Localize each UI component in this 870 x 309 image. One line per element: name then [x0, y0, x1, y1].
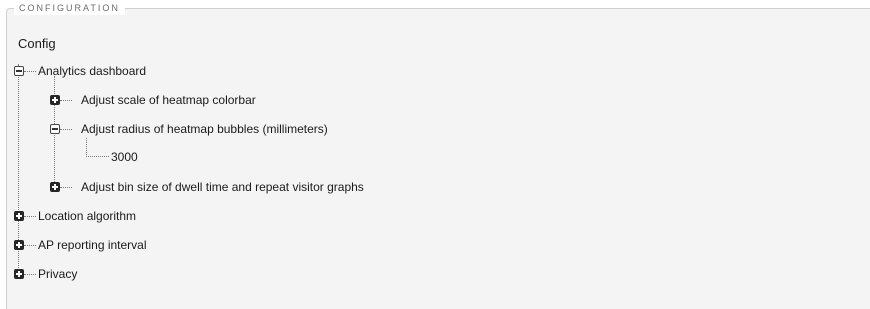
- tree-node-analytics-dashboard[interactable]: Analytics dashboard: [38, 63, 146, 79]
- privacy-expand-icon[interactable]: [14, 269, 24, 279]
- tree-node-bin-size[interactable]: Adjust bin size of dwell time and repeat…: [81, 179, 364, 195]
- connector: [24, 245, 36, 246]
- tree-node-heatmap-radius[interactable]: Adjust radius of heatmap bubbles (millim…: [81, 121, 328, 137]
- tree-node-ap-reporting-interval[interactable]: AP reporting interval: [38, 237, 147, 253]
- section-legend: CONFIGURATION: [14, 1, 125, 15]
- connector: [24, 71, 36, 72]
- leaf-connector: [86, 138, 109, 157]
- location-expand-icon[interactable]: [14, 211, 24, 221]
- binsize-expand-icon[interactable]: [50, 182, 60, 192]
- tree-node-privacy[interactable]: Privacy: [38, 266, 77, 282]
- connector: [60, 129, 72, 130]
- connector: [24, 274, 36, 275]
- tree-node-location-algorithm[interactable]: Location algorithm: [38, 208, 136, 224]
- ap-interval-expand-icon[interactable]: [14, 240, 24, 250]
- connector: [60, 100, 72, 101]
- connector: [60, 187, 72, 188]
- colorbar-expand-icon[interactable]: [50, 95, 60, 105]
- analytics-collapse-icon[interactable]: [14, 66, 24, 76]
- tree-leaf-radius-value[interactable]: 3000: [111, 149, 138, 165]
- tree-root-label: Config: [18, 36, 56, 51]
- connector: [24, 216, 36, 217]
- radius-collapse-icon[interactable]: [50, 124, 60, 134]
- tree-node-heatmap-colorbar[interactable]: Adjust scale of heatmap colorbar: [81, 92, 256, 108]
